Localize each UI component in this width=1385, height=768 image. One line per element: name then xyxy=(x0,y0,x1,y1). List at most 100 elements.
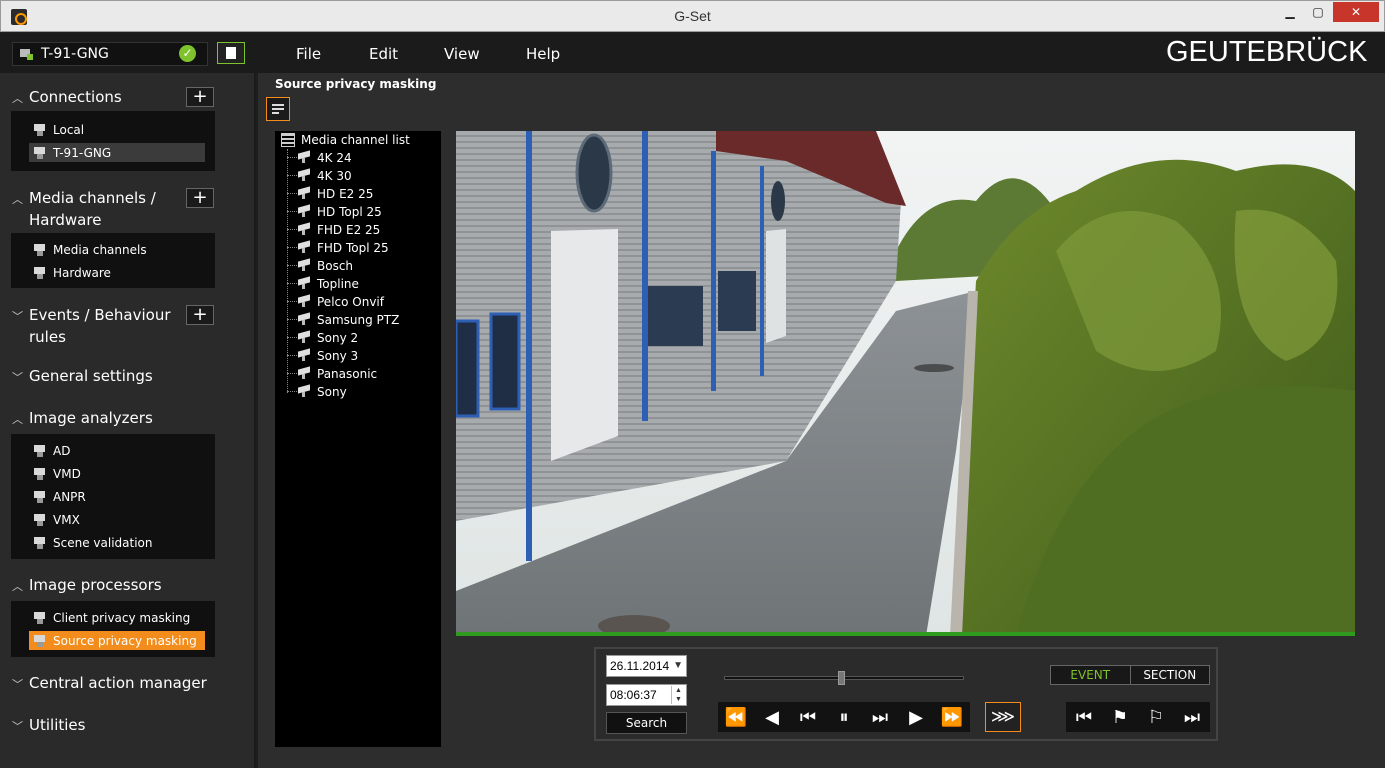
sidebar-item-anpr[interactable]: ANPR xyxy=(29,487,205,506)
menu-file[interactable]: File xyxy=(296,45,321,63)
tree-item[interactable]: HD E2 25 xyxy=(287,185,373,202)
list-icon xyxy=(281,133,295,147)
camera-icon xyxy=(298,295,313,307)
tree-item[interactable]: HD Topl 25 xyxy=(287,203,382,220)
tree-item[interactable]: Panasonic xyxy=(287,365,377,382)
tree-item[interactable]: Sony 3 xyxy=(287,347,358,364)
camera-icon xyxy=(298,205,313,217)
step-forward-button[interactable]: ⏭ xyxy=(862,702,898,732)
time-spinner[interactable]: ▲ ▼ xyxy=(671,686,685,704)
section-general-settings[interactable]: ﹀ General settings xyxy=(12,366,153,388)
sidebar-item-client-privacy-masking[interactable]: Client privacy masking xyxy=(29,608,205,627)
analyzer-icon xyxy=(34,490,49,503)
media-channel-tree: Media channel list 4K 24 4K 30 HD E2 25 … xyxy=(275,131,441,747)
window-titlebar: G-Set ▁ ▢ ✕ xyxy=(0,0,1385,32)
tree-item[interactable]: FHD Topl 25 xyxy=(287,239,389,256)
sidebar-item-vmd[interactable]: VMD xyxy=(29,464,205,483)
connection-icon xyxy=(34,146,49,159)
processors-list: Client privacy masking Source privacy ma… xyxy=(11,601,215,657)
tree-item[interactable]: Bosch xyxy=(287,257,353,274)
sidebar-item-source-privacy-masking[interactable]: Source privacy masking xyxy=(29,631,205,650)
list-icon-line xyxy=(272,112,279,114)
tree-item[interactable]: FHD E2 25 xyxy=(287,221,380,238)
fast-rewind-button[interactable]: ⏪ xyxy=(718,702,754,732)
minimize-icon[interactable]: ▁ xyxy=(1277,2,1303,22)
tree-item[interactable]: Sony 2 xyxy=(287,329,358,346)
fast-forward-max-button[interactable]: ⋙ xyxy=(985,702,1021,732)
sidebar-item-scene-validation[interactable]: Scene validation xyxy=(29,533,205,552)
menu-edit[interactable]: Edit xyxy=(369,45,398,63)
section-connections[interactable]: ︿ Connections xyxy=(12,87,122,109)
next-marker-button[interactable]: ⚐ xyxy=(1138,702,1174,732)
add-event-button[interactable]: + xyxy=(186,305,214,325)
playback-slider[interactable] xyxy=(724,671,964,685)
time-field[interactable]: 08:06:37 ▲ ▼ xyxy=(606,684,687,706)
mode-event-button[interactable]: EVENT xyxy=(1051,666,1131,684)
play-reverse-button[interactable]: ◀ xyxy=(754,702,790,732)
section-central-action-manager[interactable]: ﹀ Central action manager xyxy=(12,673,207,695)
list-icon-line xyxy=(272,104,284,106)
connected-check-icon: ✓ xyxy=(179,45,196,62)
navigation-controls: ⏮ ⚑ ⚐ ⏭ xyxy=(1066,702,1210,732)
analyzers-list: AD VMD ANPR VMX Scene validation xyxy=(11,434,215,559)
connection-icon xyxy=(34,123,49,136)
tree-root[interactable]: Media channel list xyxy=(281,133,410,147)
page-title: Source privacy masking xyxy=(275,77,437,91)
go-to-end-button[interactable]: ⏭ xyxy=(1174,702,1210,732)
list-filter-button[interactable] xyxy=(266,97,290,121)
section-media-channels[interactable]: ︿ Media channels / Hardware xyxy=(12,188,156,230)
maximize-icon[interactable]: ▢ xyxy=(1305,2,1331,22)
sidebar-item-ad[interactable]: AD xyxy=(29,441,205,460)
video-preview[interactable] xyxy=(456,131,1355,636)
tree-item[interactable]: 4K 24 xyxy=(287,149,352,166)
section-utilities[interactable]: ﹀ Utilities xyxy=(12,715,85,737)
play-button[interactable]: ▶ xyxy=(898,702,934,732)
sidebar-item-t91gng[interactable]: T-91-GNG xyxy=(29,143,205,162)
mode-toggle: EVENT SECTION xyxy=(1050,665,1210,685)
search-button[interactable]: Search xyxy=(606,712,687,734)
sidebar-item-vmx[interactable]: VMX xyxy=(29,510,205,529)
menu-help[interactable]: Help xyxy=(526,45,560,63)
brand-logo: GEUTEBRÜCK xyxy=(1166,36,1368,68)
chevron-up-icon: ︿ xyxy=(12,580,23,593)
tree-item[interactable]: Samsung PTZ xyxy=(287,311,399,328)
fast-forward-button[interactable]: ⏩ xyxy=(934,702,970,732)
sidebar-item-hardware[interactable]: Hardware xyxy=(29,263,205,282)
add-connection-button[interactable]: + xyxy=(186,87,214,107)
section-image-processors[interactable]: ︿ Image processors xyxy=(12,575,162,597)
save-button[interactable] xyxy=(217,42,245,64)
main-panel: Source privacy masking Media channel lis… xyxy=(258,73,1385,768)
menu-view[interactable]: View xyxy=(444,45,480,63)
sidebar-item-media-channels[interactable]: Media channels xyxy=(29,240,205,259)
camera-icon xyxy=(298,277,313,289)
add-media-channel-button[interactable]: + xyxy=(186,188,214,208)
transport-controls: ⏪ ◀ ⏮ ⏸ ⏭ ▶ ⏩ xyxy=(718,702,970,732)
connections-list: Local T-91-GNG xyxy=(11,111,215,171)
chevron-down-icon: ▼ xyxy=(673,660,683,671)
date-picker[interactable]: 26.11.2014 ▼ xyxy=(606,655,687,677)
camera-scene-image xyxy=(456,131,1355,636)
camera-icon xyxy=(298,151,313,163)
sidebar: ︿ Connections + Local T-91-GNG ︿ Media cha… xyxy=(0,73,256,768)
sidebar-item-local[interactable]: Local xyxy=(29,120,205,139)
step-back-button[interactable]: ⏮ xyxy=(790,702,826,732)
previous-marker-button[interactable]: ⚑ xyxy=(1102,702,1138,732)
chevron-up-icon: ︿ xyxy=(12,413,23,426)
section-events[interactable]: ﹀ Events / Behaviour rules xyxy=(12,305,171,347)
tree-item[interactable]: Sony xyxy=(287,383,347,400)
mode-section-button[interactable]: SECTION xyxy=(1131,666,1210,684)
close-icon[interactable]: ✕ xyxy=(1333,2,1379,22)
section-image-analyzers[interactable]: ︿ Image analyzers xyxy=(12,408,153,430)
go-to-start-button[interactable]: ⏮ xyxy=(1066,702,1102,732)
camera-icon xyxy=(298,367,313,379)
tree-item[interactable]: 4K 30 xyxy=(287,167,352,184)
analyzer-icon xyxy=(34,536,49,549)
pause-button[interactable]: ⏸ xyxy=(826,702,862,732)
tree-item[interactable]: Topline xyxy=(287,275,359,292)
slider-thumb[interactable] xyxy=(838,671,846,685)
camera-icon xyxy=(298,241,313,253)
camera-icon xyxy=(298,259,313,271)
tree-item[interactable]: Pelco Onvif xyxy=(287,293,384,310)
menu-bar: T-91-GNG ✓ File Edit View Help GEUTEBRÜC… xyxy=(0,33,1385,73)
save-document-icon xyxy=(226,47,236,59)
